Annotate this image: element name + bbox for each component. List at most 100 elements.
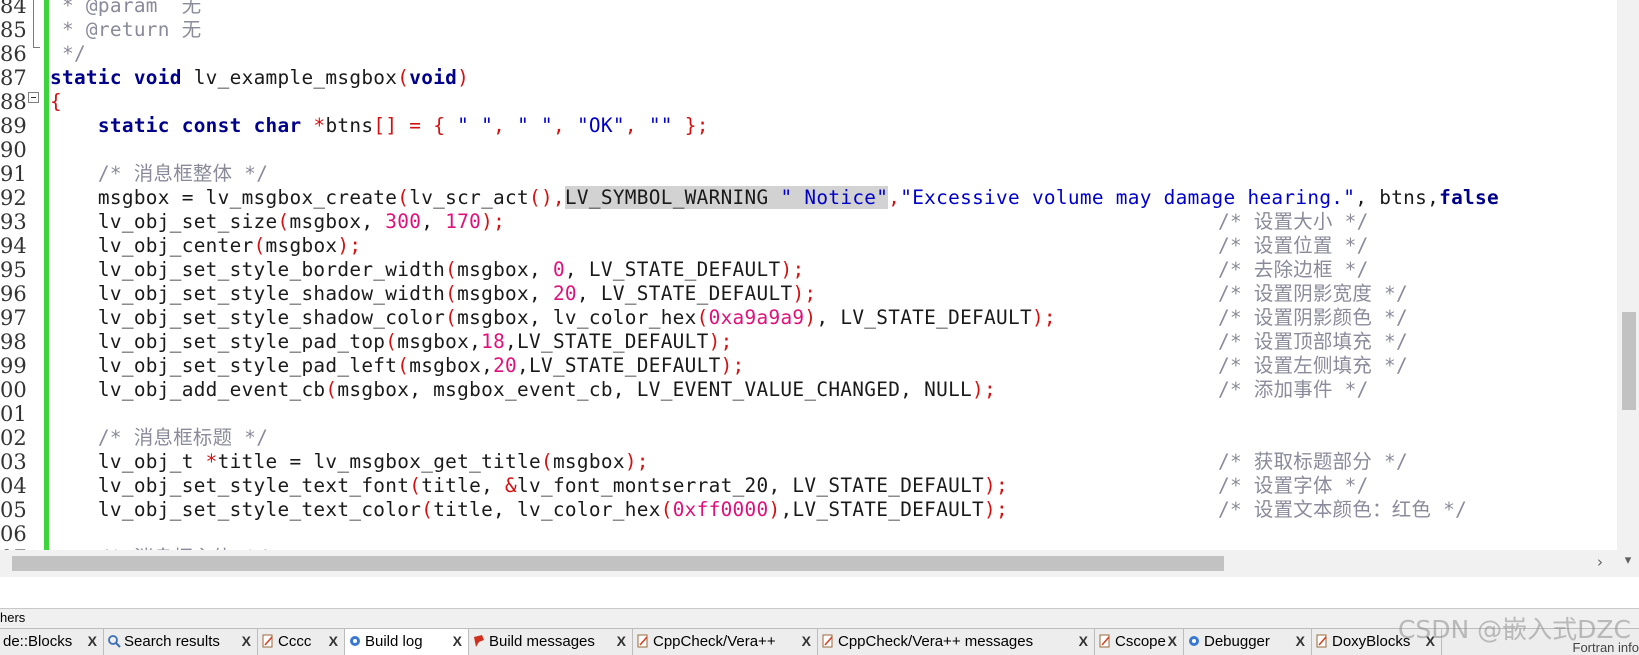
line-number-gutter: 84 85 86 87 88 89 90 91 92 93 94 95 96 97 98 99 00 01 02 03…	[0, 0, 44, 577]
code-token: msgbox,	[457, 282, 553, 305]
line-number: 91	[0, 162, 26, 186]
code-token: (	[696, 306, 709, 329]
code-token: lv_obj_set_style_text_font	[50, 474, 410, 497]
code-token: msgbox,	[397, 330, 482, 353]
line-number: 87	[0, 66, 26, 90]
code-token: msgbox	[265, 234, 338, 257]
code-token: (	[660, 498, 673, 521]
tab-cppcheck-vera-[interactable]: CppCheck/Vera++ X	[633, 629, 818, 655]
code-line[interactable]: lv_obj_set_style_border_width(msgbox, 0,…	[50, 258, 804, 282]
tab-debugger[interactable]: Debugger X	[1184, 629, 1312, 655]
tab-de-blocks[interactable]: de::Blocks X	[0, 629, 104, 655]
code-line[interactable]: * @return 无	[50, 18, 201, 42]
code-line[interactable]: lv_obj_set_style_pad_top(msgbox,18,LV_ST…	[50, 330, 733, 354]
code-line[interactable]: msgbox = lv_msgbox_create(lv_scr_act(),L…	[50, 186, 1499, 210]
code-token: lv_obj_set_style_shadow_width	[50, 282, 446, 305]
scroll-right-arrow-icon[interactable]: ›	[1597, 553, 1603, 571]
code-token: title, lv_color_hex	[433, 498, 661, 521]
code-token: void	[409, 66, 458, 89]
code-token: " "	[445, 114, 494, 137]
code-token: 无	[181, 18, 202, 41]
code-token: static void	[50, 66, 182, 89]
code-token: lv_obj_set_style_shadow_color	[50, 306, 446, 329]
tab-cppcheck-vera-messages[interactable]: CppCheck/Vera++ messages X	[818, 629, 1095, 655]
close-icon[interactable]: X	[617, 629, 626, 654]
fold-collapse-icon[interactable]	[28, 92, 39, 103]
tab-search-results[interactable]: Search results X	[104, 629, 258, 655]
close-icon[interactable]: X	[802, 629, 811, 654]
code-line[interactable]: lv_obj_t *title = lv_msgbox_get_title(ms…	[50, 450, 649, 474]
close-icon[interactable]: X	[1296, 629, 1305, 654]
code-token: "OK"	[576, 114, 625, 137]
line-number: 90	[0, 138, 26, 162]
tab-label: Build messages	[489, 633, 595, 650]
code-editor[interactable]: 84 85 86 87 88 89 90 91 92 93 94 95 96 97 98 99 00 01 02 03…	[0, 0, 1639, 577]
close-icon[interactable]: X	[329, 629, 338, 654]
close-icon[interactable]: X	[1079, 629, 1088, 654]
code-token: /* 消息框标题 */	[97, 426, 269, 449]
fold-guide-corner	[33, 47, 40, 48]
code-token: )	[804, 306, 817, 329]
code-token: 0xff0000	[672, 498, 769, 521]
code-token: )	[457, 66, 470, 89]
code-area[interactable]: * @param 无 * @return 无 */static void lv_…	[50, 0, 1617, 550]
code-line[interactable]: lv_obj_set_style_text_font(title, &lv_fo…	[50, 474, 1008, 498]
code-line[interactable]: {	[50, 90, 62, 114]
code-line[interactable]: lv_obj_set_style_text_color(title, lv_co…	[50, 498, 1008, 522]
tab-label: Build log	[365, 633, 423, 650]
code-line[interactable]: /* 消息框标题 */	[50, 426, 268, 450]
code-line[interactable]: static const char *btns[] = { " ", " ", …	[50, 114, 709, 138]
code-token: 0xa9a9a9	[708, 306, 805, 329]
code-line[interactable]: lv_obj_set_style_shadow_color (msgbox, lv…	[50, 306, 1056, 330]
code-line[interactable]: lv_obj_set_style_pad_left(msgbox,20,LV_S…	[50, 354, 745, 378]
line-number: 93	[0, 210, 26, 234]
code-line[interactable]: lv_obj_set_size(msgbox, 300, 170);	[50, 210, 505, 234]
close-icon[interactable]: X	[453, 629, 462, 654]
tab-build-log[interactable]: Build log X	[345, 629, 469, 655]
tab-fortran-info-partial[interactable]: Fortran info	[1573, 640, 1639, 655]
code-token: );	[1031, 306, 1056, 329]
tab-cscope[interactable]: Cscope X	[1095, 629, 1184, 655]
change-marker-bar	[44, 0, 49, 550]
code-token: (	[325, 378, 338, 401]
logs-panel-tabs: de::Blocks X Search results X Cccc X Build log…	[0, 628, 1639, 655]
close-icon[interactable]: X	[1168, 629, 1177, 654]
code-token: msgbox,	[409, 354, 494, 377]
code-token: ,	[553, 114, 577, 137]
tab-cccc[interactable]: Cccc X	[258, 629, 345, 655]
code-token: );	[337, 234, 362, 257]
code-token: msgbox	[552, 450, 625, 473]
code-token: (	[445, 258, 458, 281]
code-line[interactable]: lv_obj_add_event_cb(msgbox, msgbox_event…	[50, 378, 996, 402]
horizontal-scrollbar[interactable]: ›	[0, 550, 1617, 577]
close-icon[interactable]: X	[242, 629, 251, 654]
code-line[interactable]: lv_obj_center(msgbox);	[50, 234, 361, 258]
line-number: 96	[0, 282, 26, 306]
trailing-comment: /* 设置阴影颜色 */	[1218, 306, 1408, 329]
code-line[interactable]: */	[50, 42, 86, 66]
code-token: 无	[181, 0, 202, 17]
code-token: 300	[385, 210, 422, 233]
code-token: msgbox, lv_color_hex	[457, 306, 697, 329]
line-number: 84	[0, 0, 26, 18]
code-token: (	[253, 234, 266, 257]
trailing-comment: /* 设置左侧填充 */	[1218, 354, 1408, 377]
close-icon[interactable]: X	[88, 629, 97, 654]
code-token: lv_example_msgbox	[181, 66, 398, 89]
code-line[interactable]: static void lv_example_msgbox(void)	[50, 66, 469, 90]
horizontal-scroll-thumb[interactable]	[12, 556, 1224, 571]
tab-label: Debugger	[1204, 633, 1270, 650]
code-line[interactable]: /* 消息框整体 */	[50, 162, 268, 186]
vertical-scroll-thumb[interactable]	[1622, 312, 1636, 410]
code-token: btns	[325, 114, 374, 137]
tab-build-messages[interactable]: Build messages X	[469, 629, 633, 655]
trailing-comment: /* 获取标题部分 */	[1218, 450, 1408, 473]
code-token: (	[397, 186, 410, 209]
scroll-down-arrow-icon[interactable]: ▾	[1617, 550, 1639, 577]
code-token: (	[277, 210, 290, 233]
code-line[interactable]: lv_obj_set_style_shadow_width(msgbox, 20…	[50, 282, 816, 306]
vertical-scrollbar[interactable]	[1617, 0, 1639, 550]
code-line[interactable]: * @param 无	[50, 0, 201, 18]
code-token: static const char	[97, 114, 302, 137]
